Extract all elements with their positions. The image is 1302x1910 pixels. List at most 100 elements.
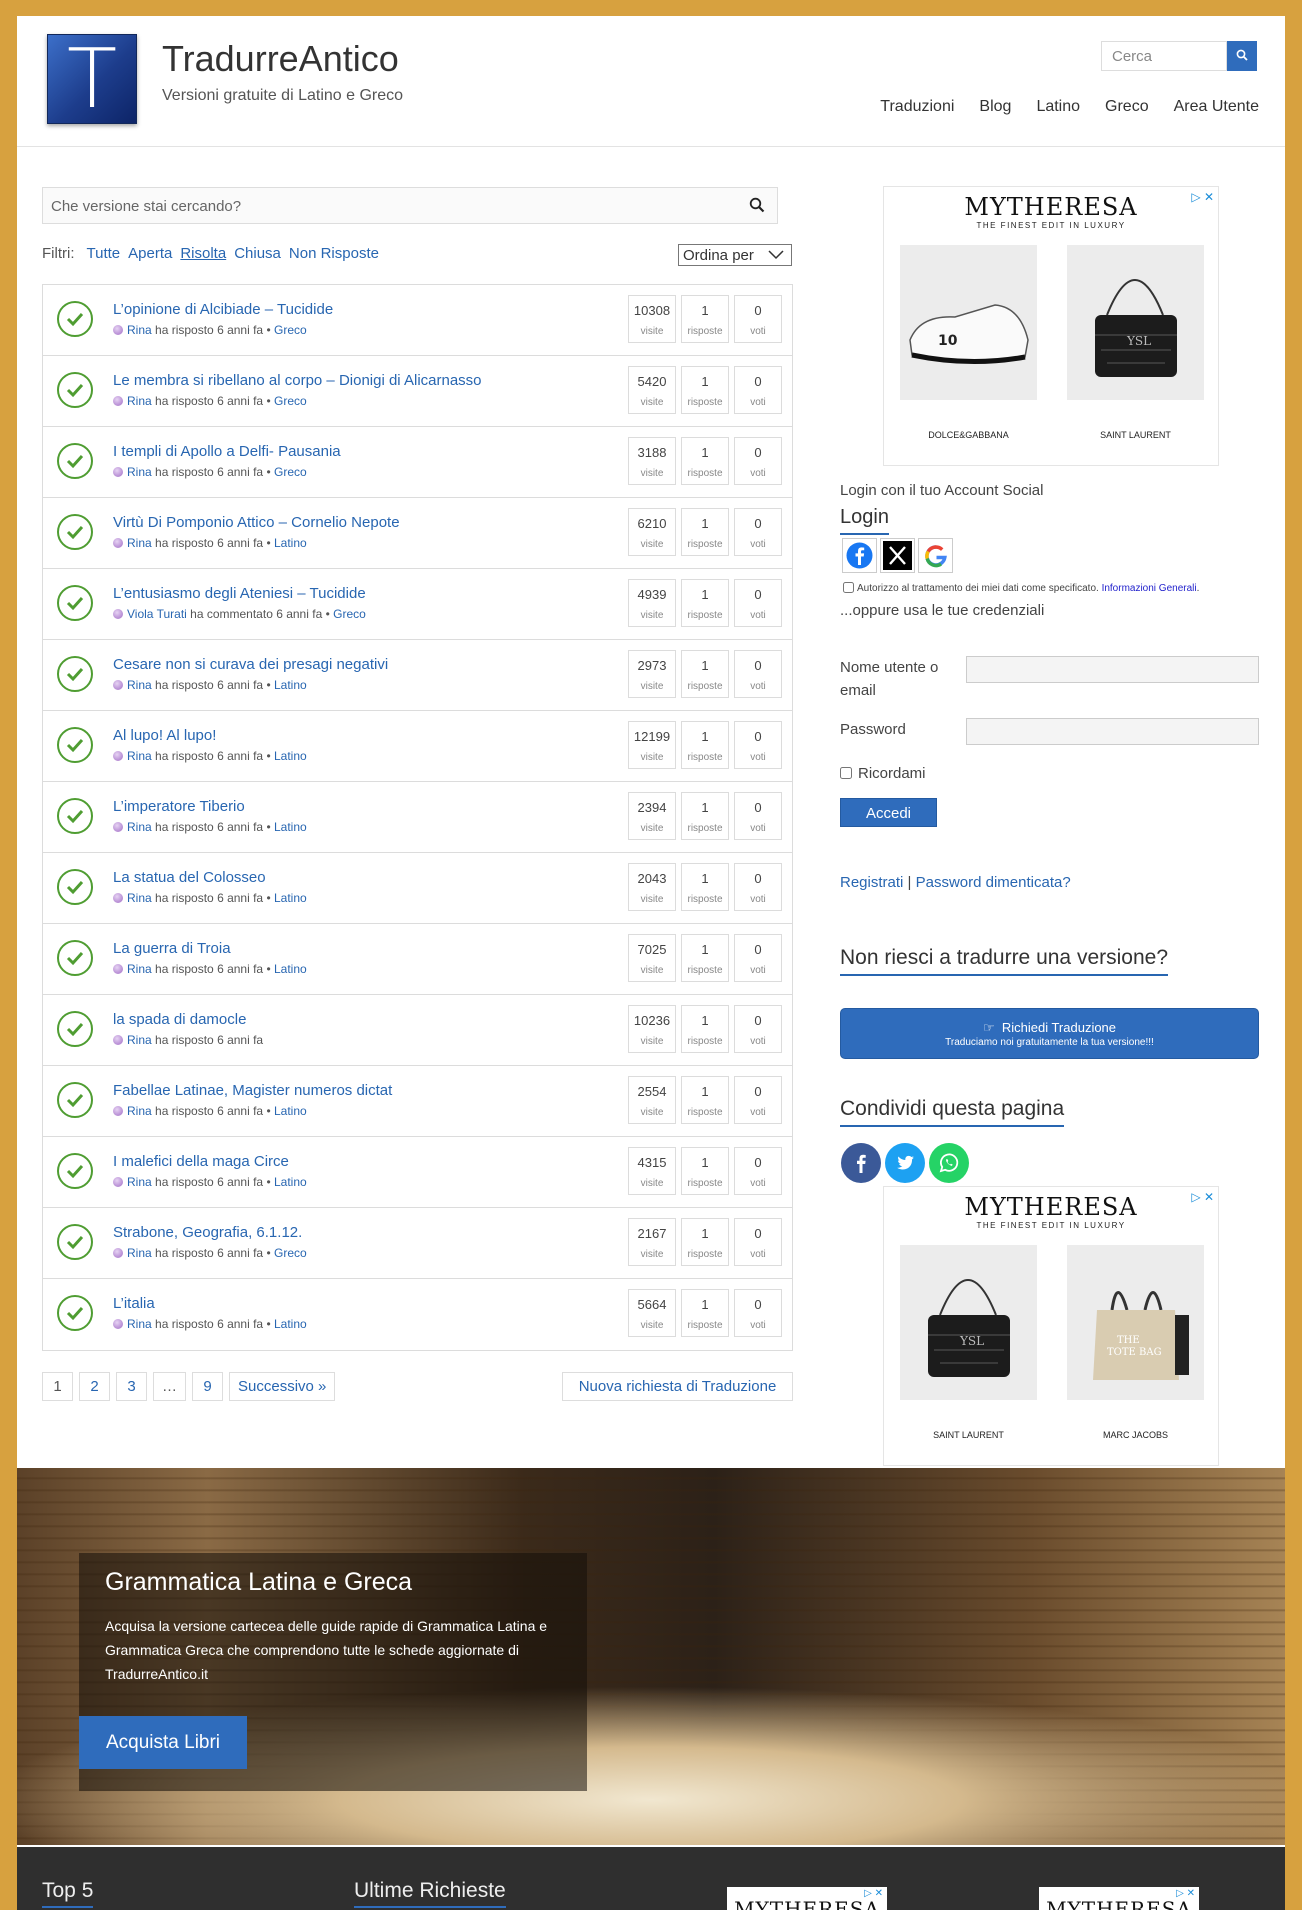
share-facebook-button[interactable] [841, 1143, 881, 1183]
question-category-link[interactable]: Latino [274, 1104, 307, 1118]
page-3[interactable]: 3 [116, 1372, 147, 1401]
question-user-link[interactable]: Rina [127, 1104, 152, 1118]
question-title-link[interactable]: Strabone, Geografia, 6.1.12. [113, 1224, 302, 1241]
search-icon[interactable] [749, 197, 765, 213]
question-row[interactable]: Cesare non si curava dei presagi negativ… [43, 640, 792, 711]
question-row[interactable]: L’opinione di Alcibiade – Tucidide Rina h… [43, 285, 792, 356]
question-row[interactable]: Le membra si ribellano al corpo – Dionig… [43, 356, 792, 427]
question-user-link[interactable]: Rina [127, 1175, 152, 1189]
page-9[interactable]: 9 [192, 1372, 223, 1401]
question-row[interactable]: Fabellae Latinae, Magister numeros dicta… [43, 1066, 792, 1137]
question-category-link[interactable]: Greco [274, 323, 307, 337]
question-category-link[interactable]: Latino [274, 962, 307, 976]
question-row[interactable]: L’entusiasmo degli Ateniesi – Tucidide Vi… [43, 569, 792, 640]
page-2[interactable]: 2 [79, 1372, 110, 1401]
question-row[interactable]: Virtù Di Pomponio Attico – Cornelio Nepo… [43, 498, 792, 569]
nav-traduzioni[interactable]: Traduzioni [880, 98, 954, 116]
question-title-link[interactable]: Virtù Di Pomponio Attico – Cornelio Nepo… [113, 514, 400, 531]
buy-books-button[interactable]: Acquista Libri [79, 1716, 247, 1769]
question-search-input[interactable]: Che versione stai cercando? [42, 187, 778, 224]
x-login-button[interactable] [880, 538, 915, 573]
filter-tutte[interactable]: Tutte [87, 245, 121, 262]
question-user-link[interactable]: Rina [127, 1246, 152, 1260]
question-category-link[interactable]: Greco [333, 607, 366, 621]
question-user-link[interactable]: Rina [127, 1317, 152, 1331]
question-title-link[interactable]: L’opinione di Alcibiade – Tucidide [113, 301, 333, 318]
share-whatsapp-button[interactable] [929, 1143, 969, 1183]
sort-select[interactable]: Ordina per [678, 244, 792, 266]
question-category-link[interactable]: Latino [274, 891, 307, 905]
privacy-checkbox[interactable] [843, 582, 854, 593]
question-title-link[interactable]: L’imperatore Tiberio [113, 798, 245, 815]
new-request-button[interactable]: Nuova richiesta di Traduzione [562, 1372, 793, 1401]
nav-area-utente[interactable]: Area Utente [1174, 98, 1259, 116]
share-twitter-button[interactable] [885, 1143, 925, 1183]
filter-non-risposte[interactable]: Non Risposte [289, 245, 379, 262]
next-page-link[interactable]: Successivo » [229, 1372, 336, 1401]
question-category-link[interactable]: Latino [274, 1175, 307, 1189]
question-row[interactable]: Strabone, Geografia, 6.1.12. Rina ha risp… [43, 1208, 792, 1279]
login-button[interactable]: Accedi [840, 798, 937, 827]
site-logo[interactable]: T [47, 34, 137, 125]
ad-product-bag-image[interactable]: YSL [1067, 245, 1204, 400]
header-search-input[interactable]: Cerca [1101, 41, 1227, 71]
question-user-link[interactable]: Rina [127, 394, 152, 408]
question-title-link[interactable]: Cesare non si curava dei presagi negativ… [113, 656, 388, 673]
question-user-link[interactable]: Rina [127, 820, 152, 834]
footer-ad[interactable]: ▷ ✕ MYTHERESA [727, 1887, 887, 1910]
footer-ad[interactable]: ▷ ✕ MYTHERESA [1039, 1887, 1199, 1910]
question-category-link[interactable]: Latino [274, 749, 307, 763]
ad-banner-bottom[interactable]: ▷ ✕ MYTHERESA THE FINEST EDIT IN LUXURY … [883, 1186, 1219, 1466]
question-category-link[interactable]: Latino [274, 678, 307, 692]
question-row[interactable]: I malefici della maga Circe Rina ha rispo… [43, 1137, 792, 1208]
question-row[interactable]: L’imperatore Tiberio Rina ha risposto 6 a… [43, 782, 792, 853]
filter-risolta[interactable]: Risolta [180, 245, 226, 262]
question-user-link[interactable]: Rina [127, 323, 152, 337]
privacy-link[interactable]: Informazioni Generali [1102, 583, 1197, 594]
question-category-link[interactable]: Latino [274, 1317, 307, 1331]
question-title-link[interactable]: I templi di Apollo a Delfi- Pausania [113, 443, 341, 460]
ad-product-bag-image[interactable]: YSL [900, 1245, 1037, 1400]
question-category-link[interactable]: Latino [274, 820, 307, 834]
question-row[interactable]: I templi di Apollo a Delfi- Pausania Rina… [43, 427, 792, 498]
forgot-password-link[interactable]: Password dimenticata? [916, 874, 1071, 891]
question-user-link[interactable]: Rina [127, 1033, 152, 1047]
question-user-link[interactable]: Rina [127, 749, 152, 763]
question-title-link[interactable]: la spada di damocle [113, 1011, 246, 1028]
ad-banner-top[interactable]: ▷ ✕ MYTHERESA THE FINEST EDIT IN LUXURY … [883, 186, 1219, 466]
nav-greco[interactable]: Greco [1105, 98, 1149, 116]
question-title-link[interactable]: Al lupo! Al lupo! [113, 727, 216, 744]
question-category-link[interactable]: Greco [274, 394, 307, 408]
question-title-link[interactable]: L’entusiasmo degli Ateniesi – Tucidide [113, 585, 366, 602]
question-user-link[interactable]: Rina [127, 891, 152, 905]
question-row[interactable]: La guerra di Troia Rina ha risposto 6 ann… [43, 924, 792, 995]
question-user-link[interactable]: Rina [127, 962, 152, 976]
question-category-link[interactable]: Greco [274, 1246, 307, 1260]
ad-product-sneaker-image[interactable]: 10 [900, 245, 1037, 400]
ad-product-tote-image[interactable]: THE TOTE BAG [1067, 1245, 1204, 1400]
password-input[interactable] [966, 718, 1259, 745]
question-user-link[interactable]: Rina [127, 465, 152, 479]
remember-checkbox[interactable] [840, 767, 852, 779]
filter-chiusa[interactable]: Chiusa [234, 245, 281, 262]
page-1[interactable]: 1 [42, 1372, 73, 1401]
filter-aperta[interactable]: Aperta [128, 245, 172, 262]
question-title-link[interactable]: I malefici della maga Circe [113, 1153, 289, 1170]
question-user-link[interactable]: Rina [127, 678, 152, 692]
header-search-button[interactable] [1227, 41, 1257, 71]
username-input[interactable] [966, 656, 1259, 683]
site-title[interactable]: TradurreAntico [162, 38, 399, 80]
question-category-link[interactable]: Greco [274, 465, 307, 479]
question-row[interactable]: Al lupo! Al lupo! Rina ha risposto 6 anni… [43, 711, 792, 782]
nav-latino[interactable]: Latino [1036, 98, 1080, 116]
question-user-link[interactable]: Viola Turati [127, 607, 187, 621]
nav-blog[interactable]: Blog [979, 98, 1011, 116]
question-row[interactable]: la spada di damocle Rina ha risposto 6 an… [43, 995, 792, 1066]
question-title-link[interactable]: Le membra si ribellano al corpo – Dionig… [113, 372, 482, 389]
request-translation-button[interactable]: ☞ Richiedi Traduzione Traduciamo noi gra… [840, 1008, 1259, 1059]
facebook-login-button[interactable] [842, 538, 877, 573]
register-link[interactable]: Registrati [840, 874, 903, 891]
question-category-link[interactable]: Latino [274, 536, 307, 550]
question-user-link[interactable]: Rina [127, 536, 152, 550]
question-title-link[interactable]: La statua del Colosseo [113, 869, 266, 886]
